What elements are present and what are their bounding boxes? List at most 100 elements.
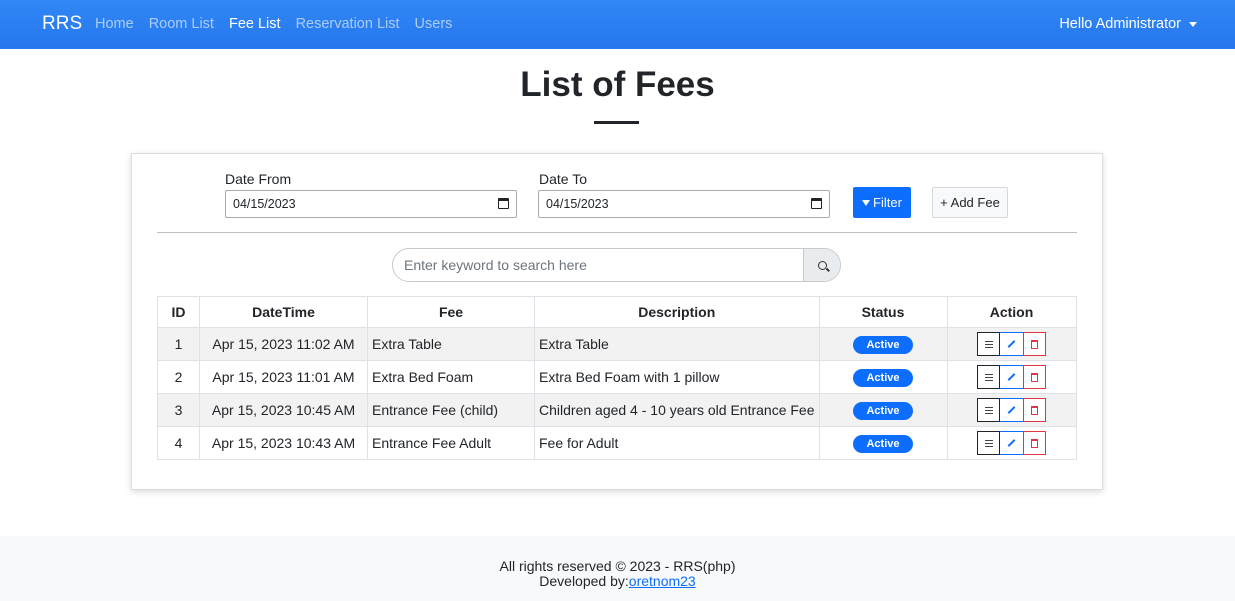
header-status: Status [818, 296, 948, 328]
date-from-input[interactable]: 04/15/2023 [225, 190, 517, 218]
header-id: ID [157, 296, 200, 328]
cell-fee: Extra Table [367, 327, 535, 361]
trash-icon [1031, 339, 1038, 349]
cell-datetime: Apr 15, 2023 10:43 AM [199, 426, 368, 460]
view-icon [984, 340, 993, 348]
fee-list-card: Date From 04/15/2023 Date To 04/15/2023 … [131, 153, 1103, 490]
table-header-row: ID DateTime Fee Description Status Actio… [157, 296, 1077, 328]
view-icon [984, 439, 993, 447]
header-datetime: DateTime [199, 296, 368, 328]
search-icon [817, 260, 827, 270]
pencil-icon [1007, 340, 1016, 348]
edit-button[interactable] [1000, 431, 1023, 455]
cell-action [946, 393, 1077, 427]
cell-id: 4 [157, 426, 200, 460]
filter-button-label: Filter [873, 195, 902, 210]
delete-button[interactable] [1023, 332, 1046, 356]
header-description: Description [534, 296, 820, 328]
trash-icon [1031, 372, 1038, 382]
pencil-icon [1007, 439, 1016, 447]
caret-down-icon [1189, 21, 1197, 27]
header-fee: Fee [367, 296, 535, 328]
cell-description: Children aged 4 - 10 years old Entrance … [534, 393, 820, 427]
date-from-value: 04/15/2023 [233, 197, 296, 211]
cell-id: 1 [157, 327, 200, 361]
page-footer: All rights reserved © 2023 - RRS(php) De… [0, 536, 1235, 601]
add-fee-button[interactable]: + Add Fee [932, 187, 1008, 218]
table-row: 2 Apr 15, 2023 11:01 AM Extra Bed Foam E… [157, 360, 1077, 394]
cell-status: Active [818, 360, 948, 394]
trash-icon [1031, 405, 1038, 415]
view-button[interactable] [977, 332, 1000, 356]
status-badge: Active [853, 434, 913, 453]
cell-status: Active [818, 327, 948, 361]
trash-icon [1031, 438, 1038, 448]
divider [157, 232, 1077, 233]
cell-description: Fee for Adult [534, 426, 820, 460]
header-action: Action [946, 296, 1077, 328]
user-greeting: Hello Administrator [1059, 16, 1181, 32]
cell-datetime: Apr 15, 2023 11:01 AM [199, 360, 368, 394]
cell-datetime: Apr 15, 2023 11:02 AM [199, 327, 368, 361]
calendar-icon[interactable] [811, 198, 822, 209]
footer-developed-label: Developed by: [539, 573, 629, 589]
title-underline [594, 121, 639, 124]
cell-description: Extra Bed Foam with 1 pillow [534, 360, 820, 394]
cell-datetime: Apr 15, 2023 10:45 AM [199, 393, 368, 427]
pencil-icon [1007, 373, 1016, 381]
page-title: List of Fees [520, 65, 715, 104]
user-menu-dropdown[interactable]: Hello Administrator [1059, 16, 1197, 32]
status-badge: Active [853, 335, 913, 354]
footer-developed-by: Developed by:oretnom23 [0, 573, 1235, 589]
pencil-icon [1007, 406, 1016, 414]
view-button[interactable] [977, 365, 1000, 389]
view-icon [984, 373, 993, 381]
table-row: 1 Apr 15, 2023 11:02 AM Extra Table Extr… [157, 327, 1077, 361]
footer-copyright: All rights reserved © 2023 - RRS(php) [499, 558, 736, 574]
search-bar: Enter keyword to search here [392, 248, 841, 282]
date-to-value: 04/15/2023 [546, 197, 609, 211]
edit-button[interactable] [1000, 398, 1023, 422]
status-badge: Active [853, 368, 913, 387]
view-button[interactable] [977, 398, 1000, 422]
view-button[interactable] [977, 431, 1000, 455]
edit-button[interactable] [1000, 365, 1023, 389]
date-to-label: Date To [539, 171, 587, 187]
date-from-label: Date From [225, 171, 292, 187]
nav-users[interactable]: Users [415, 16, 453, 32]
developer-link[interactable]: oretnom23 [629, 573, 696, 589]
brand-logo[interactable]: RRS [42, 13, 82, 35]
date-to-input[interactable]: 04/15/2023 [538, 190, 830, 218]
table-row: 3 Apr 15, 2023 10:45 AM Entrance Fee (ch… [157, 393, 1077, 427]
status-badge: Active [853, 401, 913, 420]
delete-button[interactable] [1023, 398, 1046, 422]
nav-room-list[interactable]: Room List [149, 16, 214, 32]
delete-button[interactable] [1023, 431, 1046, 455]
delete-button[interactable] [1023, 365, 1046, 389]
nav-home[interactable]: Home [95, 16, 134, 32]
filter-icon [862, 199, 871, 206]
top-navbar: RRS Home Room List Fee List Reservation … [0, 0, 1235, 49]
table-row: 4 Apr 15, 2023 10:43 AM Entrance Fee Adu… [157, 426, 1077, 460]
cell-status: Active [818, 393, 948, 427]
nav-links: Home Room List Fee List Reservation List… [95, 16, 467, 32]
search-button[interactable] [803, 249, 840, 281]
calendar-icon[interactable] [498, 198, 509, 209]
nav-fee-list[interactable]: Fee List [229, 16, 281, 32]
cell-status: Active [818, 426, 948, 460]
edit-button[interactable] [1000, 332, 1023, 356]
cell-action [946, 426, 1077, 460]
cell-action [946, 327, 1077, 361]
filter-button[interactable]: Filter [853, 187, 911, 218]
cell-id: 3 [157, 393, 200, 427]
cell-fee: Extra Bed Foam [367, 360, 535, 394]
search-input[interactable]: Enter keyword to search here [393, 249, 803, 281]
cell-action [946, 360, 1077, 394]
cell-fee: Entrance Fee (child) [367, 393, 535, 427]
nav-reservation-list[interactable]: Reservation List [296, 16, 400, 32]
fees-table: ID DateTime Fee Description Status Actio… [157, 296, 1077, 460]
cell-id: 2 [157, 360, 200, 394]
cell-description: Extra Table [534, 327, 820, 361]
view-icon [984, 406, 993, 414]
cell-fee: Entrance Fee Adult [367, 426, 535, 460]
